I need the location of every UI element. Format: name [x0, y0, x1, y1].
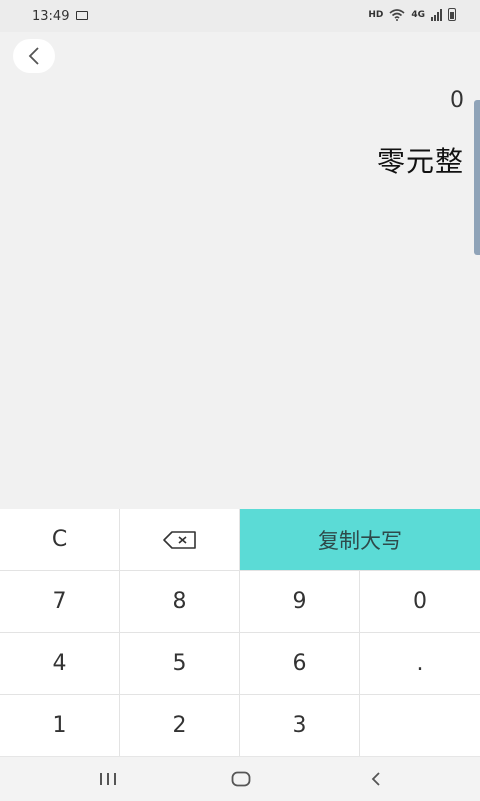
- delete-button[interactable]: [120, 509, 240, 571]
- key-1[interactable]: 1: [0, 695, 120, 756]
- battery-icon: [448, 8, 456, 21]
- keypad: C 复制大写 7 8 9 0 4 5 6 . 1 2 3: [0, 509, 480, 756]
- key-9[interactable]: 9: [240, 571, 360, 633]
- hd-label: HD: [368, 9, 384, 20]
- key-4[interactable]: 4: [0, 633, 120, 695]
- backspace-icon: [162, 530, 196, 549]
- copy-uppercase-button[interactable]: 复制大写: [240, 509, 480, 571]
- status-bar: 13:49 HD 4G: [0, 0, 480, 32]
- signal-icon: [431, 8, 442, 21]
- wifi-icon: [389, 8, 405, 21]
- recent-apps-icon: [100, 773, 116, 785]
- back-button[interactable]: [13, 39, 55, 73]
- key-5[interactable]: 5: [120, 633, 240, 695]
- key-decimal-point[interactable]: .: [360, 633, 480, 695]
- nav-back-button[interactable]: [346, 757, 406, 801]
- clear-button[interactable]: C: [0, 509, 120, 571]
- gallery-notification-icon: [76, 11, 88, 20]
- cell-type-label: 4G: [411, 9, 425, 20]
- chevron-left-icon: [28, 47, 39, 65]
- home-button[interactable]: [211, 757, 271, 801]
- amount-in-words: 零元整: [376, 145, 464, 178]
- nav-back-icon: [371, 772, 380, 786]
- home-icon: [231, 771, 251, 787]
- amount-display: 0: [450, 88, 464, 113]
- system-nav-bar: [0, 756, 480, 801]
- key-2[interactable]: 2: [120, 695, 240, 756]
- scroll-indicator: [474, 100, 480, 255]
- key-7[interactable]: 7: [0, 571, 120, 633]
- recent-apps-button[interactable]: [78, 757, 138, 801]
- key-3[interactable]: 3: [240, 695, 360, 756]
- status-time: 13:49: [32, 9, 70, 24]
- key-0[interactable]: 0: [360, 571, 480, 633]
- status-icons: HD 4G: [368, 8, 456, 21]
- key-empty: [360, 695, 480, 756]
- key-8[interactable]: 8: [120, 571, 240, 633]
- key-6[interactable]: 6: [240, 633, 360, 695]
